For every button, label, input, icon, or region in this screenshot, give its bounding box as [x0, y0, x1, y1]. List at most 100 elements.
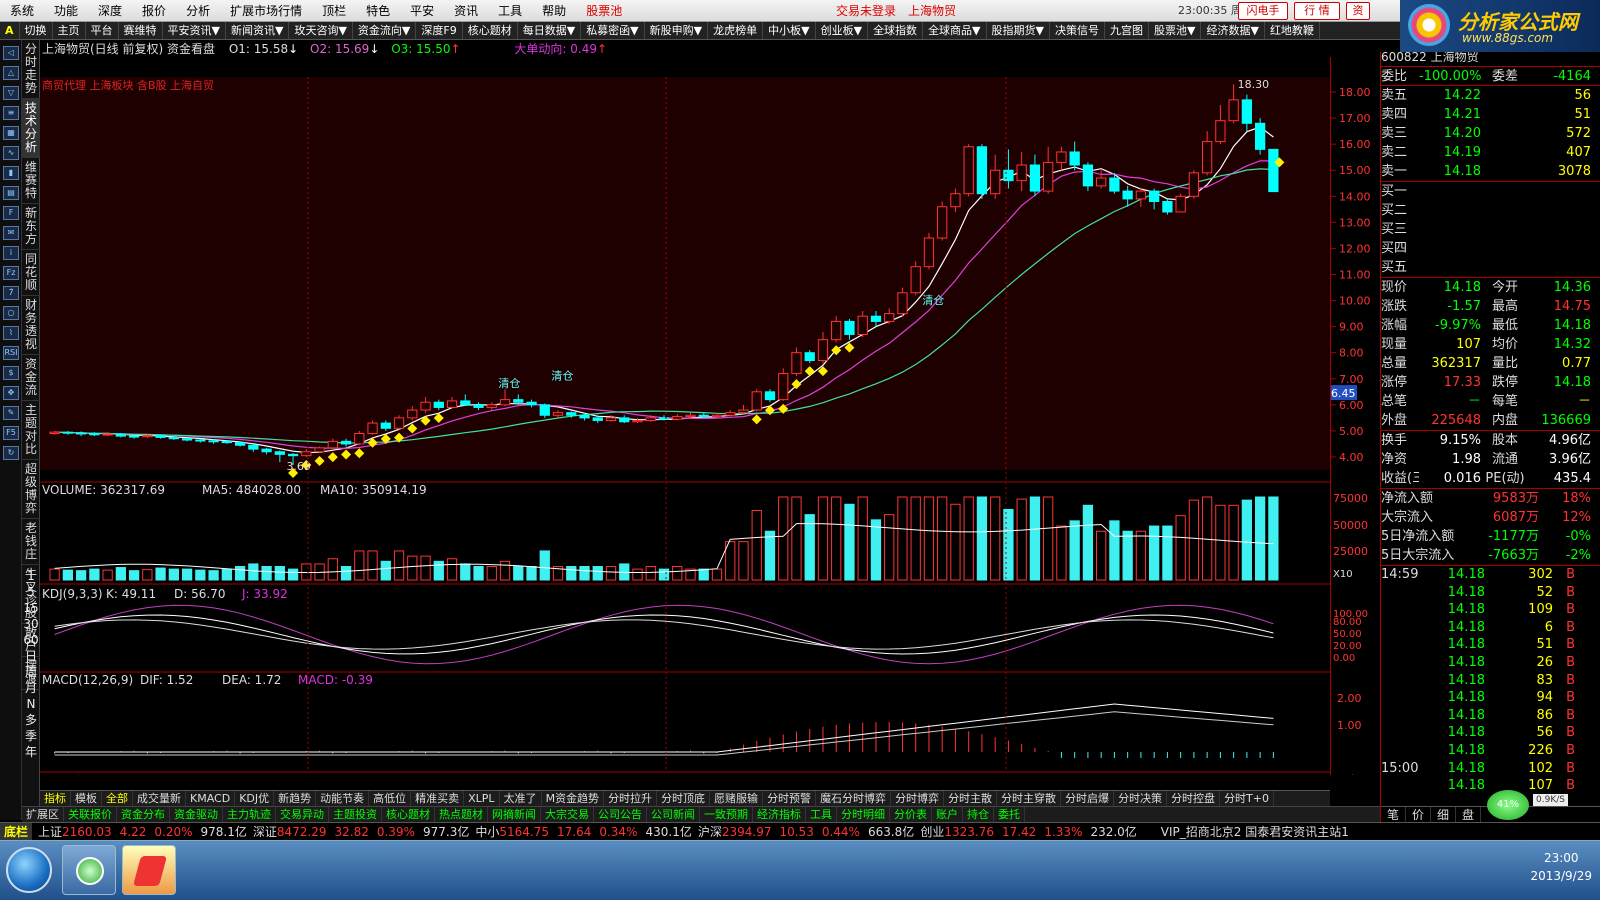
extension-tab-6[interactable]: 主题投资 [329, 807, 382, 822]
toolbar-item-15[interactable]: 创业板▼ [816, 22, 869, 39]
toolbar-item-20[interactable]: 九宫图 [1105, 22, 1149, 39]
back-icon[interactable]: ◁ [3, 46, 19, 60]
extension-tab-15[interactable]: 工具 [806, 807, 837, 822]
extension-tab-16[interactable]: 分时明细 [837, 807, 890, 822]
vtab-3[interactable]: 新东方 [22, 204, 40, 250]
indicator-tab-1[interactable]: 模板 [71, 791, 102, 806]
down-icon[interactable]: ▽ [3, 86, 19, 100]
toolbar-item-21[interactable]: 股票池▼ [1149, 22, 1202, 39]
indicator-tab-20[interactable]: 分时主穿散 [997, 791, 1062, 806]
period-6[interactable]: 周 [22, 664, 40, 680]
dollar-icon[interactable]: $ [3, 366, 19, 380]
toolbar-item-10[interactable]: 每日数据▼ [518, 22, 582, 39]
indicator-tab-16[interactable]: 分时预警 [763, 791, 817, 806]
period-8[interactable]: N [22, 696, 40, 712]
indicator-tab-23[interactable]: 分时控盘 [1167, 791, 1221, 806]
toolbar-item-7[interactable]: 资金流向▼ [353, 22, 417, 39]
menu-item-10[interactable]: 工具 [488, 0, 532, 22]
menu-item-5[interactable]: 扩展市场行情 [220, 0, 312, 22]
toolbar-item-13[interactable]: 龙虎榜单 [708, 22, 764, 39]
toolbar-item-9[interactable]: 核心题材 [463, 22, 518, 39]
vtab-6[interactable]: 资金流 [22, 355, 40, 401]
menu-item-11[interactable]: 帮助 [532, 0, 576, 22]
up-icon[interactable]: △ [3, 66, 19, 80]
extension-tab-8[interactable]: 热点题材 [435, 807, 488, 822]
news-icon[interactable]: ✉ [3, 226, 19, 240]
extension-tab-7[interactable]: 核心题材 [382, 807, 435, 822]
menu-item-12[interactable]: 股票池 [576, 0, 632, 22]
indicator-tab-14[interactable]: 分时顶底 [657, 791, 711, 806]
menu-item-2[interactable]: 深度 [88, 0, 132, 22]
extension-tab-19[interactable]: 持仓 [963, 807, 994, 822]
fiz-icon[interactable]: Fz [3, 266, 19, 280]
line-icon[interactable]: ∿ [3, 146, 19, 160]
indicator-tab-22[interactable]: 分时决策 [1114, 791, 1168, 806]
toolbar-item-16[interactable]: 全球指数 [868, 22, 924, 39]
index-name-2[interactable]: 中小 [475, 823, 499, 840]
period-9[interactable]: 多 [22, 712, 40, 728]
indicator-tab-5[interactable]: KDJ优 [235, 791, 275, 806]
toolbar-item-2[interactable]: 平台 [86, 22, 119, 39]
period-11[interactable]: 年 [22, 744, 40, 760]
extension-tab-20[interactable]: 委托 [994, 807, 1025, 822]
chart2-icon[interactable]: ⌇ [3, 326, 19, 340]
indicator-tab-4[interactable]: KMACD [186, 791, 236, 806]
menu-item-8[interactable]: 平安 [400, 0, 444, 22]
indicator-tab-3[interactable]: 成交量新 [133, 791, 186, 806]
menu-item-0[interactable]: 系统 [0, 0, 44, 22]
f5-icon[interactable]: F5 [3, 426, 19, 440]
toolbar-item-22[interactable]: 经济数据▼ [1201, 22, 1265, 39]
toolbar-item-4[interactable]: 平安资讯▼ [163, 22, 226, 39]
quote-tab-1[interactable]: 价 [1406, 807, 1432, 822]
toolbar-item-5[interactable]: 新闻资讯▼ [226, 22, 290, 39]
trade-login-status[interactable]: 交易未登录 [836, 0, 896, 22]
zoom-icon[interactable]: 7̂ [3, 286, 19, 300]
vtab-1[interactable]: 技术分析 [22, 99, 40, 158]
rsi-icon[interactable]: RSI [3, 346, 19, 360]
chart-area[interactable]: 商贸代理 上海板块 含B股 上海自贸 18.30 3.69 清仓 清仓 清仓 VOLUME:… [40, 57, 1330, 788]
browser-task-icon[interactable] [62, 845, 116, 895]
toolbar-item-23[interactable]: 红地教鞭 [1265, 22, 1320, 39]
indicator-tab-8[interactable]: 高低位 [369, 791, 412, 806]
toolbar-item-19[interactable]: 决策信号 [1050, 22, 1105, 39]
toolbar-item-11[interactable]: 私募密函▼ [581, 22, 645, 39]
index-name-4[interactable]: 创业 [920, 823, 944, 840]
extension-tab-14[interactable]: 经济指标 [753, 807, 806, 822]
toolbar-item-3[interactable]: 赛维特 [119, 22, 163, 39]
indicator-tab-19[interactable]: 分时主散 [944, 791, 998, 806]
indicator-tab-17[interactable]: 魔石分时博弈 [816, 791, 892, 806]
period-2[interactable]: 15 [22, 600, 40, 616]
circle-icon[interactable]: ○ [3, 306, 19, 320]
extension-tab-17[interactable]: 分价表 [890, 807, 932, 822]
extension-tab-10[interactable]: 大宗交易 [541, 807, 594, 822]
extension-tab-13[interactable]: 一致预期 [700, 807, 753, 822]
menu-item-3[interactable]: 报价 [132, 0, 176, 22]
indicator-tab-9[interactable]: 精准买卖 [411, 791, 465, 806]
table-icon[interactable]: ▦ [3, 126, 19, 140]
indicator-tab-12[interactable]: M资金趋势 [542, 791, 605, 806]
quote-tab-0[interactable]: 笔 [1381, 807, 1407, 822]
indicator-tab-13[interactable]: 分时拉升 [604, 791, 658, 806]
menu-item-9[interactable]: 资讯 [444, 0, 488, 22]
extension-tab-4[interactable]: 主力轨迹 [223, 807, 276, 822]
toolbar-item-18[interactable]: 股指期货▼ [987, 22, 1050, 39]
indicator-tab-6[interactable]: 新趋势 [274, 791, 317, 806]
period-4[interactable]: 60 [22, 632, 40, 648]
indicator-tab-21[interactable]: 分时启爆 [1061, 791, 1115, 806]
kline-chart[interactable]: 商贸代理 上海板块 含B股 上海自贸 18.303.69清仓清仓清仓VOLUME:… [40, 57, 1330, 788]
quote-button[interactable]: 行 情 [1294, 2, 1340, 20]
list-icon[interactable]: ≡ [3, 106, 19, 120]
extension-tab-11[interactable]: 公司公告 [594, 807, 647, 822]
toolbar-item-12[interactable]: 新股申购▼ [645, 22, 709, 39]
extension-tab-18[interactable]: 账户 [932, 807, 963, 822]
toolbar-item-17[interactable]: 全球商品▼ [923, 22, 987, 39]
indicator-tab-2[interactable]: 全部 [102, 791, 133, 806]
f10-icon[interactable]: F [3, 206, 19, 220]
info-button[interactable]: 资 [1346, 2, 1370, 20]
period-7[interactable]: 月 [22, 680, 40, 696]
menu-item-6[interactable]: 顶栏 [312, 0, 356, 22]
period-5[interactable]: 日 [22, 648, 40, 664]
index-name-1[interactable]: 深证 [253, 823, 277, 840]
vtab-9[interactable]: 老钱庄 [22, 519, 40, 565]
toolbar-item-6[interactable]: 玫天咨询▼ [289, 22, 353, 39]
